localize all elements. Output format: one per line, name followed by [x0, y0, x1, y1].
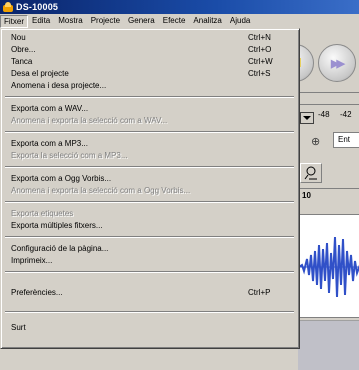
menu-item-label: Imprimeix...: [11, 256, 53, 265]
menu-item-nou[interactable]: Nou Ctrl+N: [11, 32, 291, 43]
menu-item-exporta-seleccio-ogg: Anomena i exporta la selecció com a Ogg …: [11, 185, 291, 196]
meter-dropdown-button[interactable]: [300, 112, 314, 124]
menu-item-label: Preferències...: [11, 288, 63, 297]
menu-item-label: Exporta com a Ogg Vorbis...: [11, 174, 112, 183]
toolbar-divider: [298, 92, 359, 93]
ruler-label: 10: [302, 191, 311, 200]
menu-analitza[interactable]: Analitza: [189, 15, 225, 27]
app-icon: [3, 2, 13, 12]
menu-item-label: Anomena i desa projecte...: [11, 81, 107, 90]
timeline-ruler: 10: [298, 188, 359, 207]
menu-separator: [5, 311, 294, 313]
menu-item-obre[interactable]: Obre... Ctrl+O: [11, 44, 291, 55]
menu-item-exporta-multiples[interactable]: Exporta múltiples fitxers...: [11, 220, 291, 231]
menu-item-label: Nou: [11, 33, 26, 42]
input-meter-icon: ⊕: [311, 136, 321, 148]
menu-item-desa[interactable]: Desa el projecte Ctrl+S: [11, 68, 291, 79]
menu-separator: [5, 236, 294, 238]
menu-fitxer[interactable]: Fitxer: [0, 14, 28, 28]
menu-item-label: Exporta etiquetes: [11, 209, 74, 218]
meter-tick-label: -42: [340, 110, 352, 119]
menu-item-configuracio-pagina[interactable]: Configuració de la pàgina...: [11, 243, 291, 254]
menu-item-label: Anomena i exporta la selecció com a Ogg …: [11, 186, 191, 195]
menu-item-label: Obre...: [11, 45, 36, 54]
waveform: [299, 236, 359, 298]
menu-item-shortcut: Ctrl+O: [248, 45, 272, 54]
menu-item-label: Anomena i exporta la selecció com a WAV.…: [11, 116, 168, 125]
menu-edita[interactable]: Edita: [28, 15, 54, 27]
menu-item-shortcut: Ctrl+S: [248, 69, 271, 78]
meter-tick-label: -48: [318, 110, 330, 119]
zoom-tool-button[interactable]: [300, 163, 322, 183]
menu-item-exporta-ogg[interactable]: Exporta com a Ogg Vorbis...: [11, 173, 291, 184]
menu-item-exporta-mp3[interactable]: Exporta com a MP3...: [11, 138, 291, 149]
menu-item-exporta-seleccio-mp3: Exporta la selecció com a MP3...: [11, 150, 291, 161]
menu-item-label: Exporta com a MP3...: [11, 139, 88, 148]
menu-separator: [5, 201, 294, 203]
menu-item-label: Surt: [11, 323, 26, 332]
skip-end-button[interactable]: ▶▶: [318, 44, 356, 82]
zoom-icon: [304, 166, 317, 180]
menu-separator: [5, 96, 294, 98]
audio-track-waveform[interactable]: [298, 214, 359, 318]
menu-item-shortcut: Ctrl+W: [248, 57, 273, 66]
menu-item-preferencies[interactable]: Preferències... Ctrl+P: [11, 287, 291, 298]
menu-item-exporta-etiquetes: Exporta etiquetes: [11, 208, 291, 219]
menu-item-anomena-desa[interactable]: Anomena i desa projecte...: [11, 80, 291, 91]
menu-mostra[interactable]: Mostra: [54, 15, 86, 27]
menu-item-label: Configuració de la pàgina...: [11, 244, 109, 253]
fast-forward-icon: ▶▶: [331, 58, 345, 70]
menu-item-label: Exporta com a WAV...: [11, 104, 89, 113]
menu-item-label: Tanca: [11, 57, 33, 66]
menu-projecte[interactable]: Projecte: [87, 15, 124, 27]
window-title: DS-10005: [16, 2, 59, 12]
menu-item-label: Exporta la selecció com a MP3...: [11, 151, 128, 160]
menu-separator: [5, 131, 294, 133]
menu-item-label: Exporta múltiples fitxers...: [11, 221, 103, 230]
menu-item-label: Desa el projecte: [11, 69, 69, 78]
track-lower-panel: [298, 320, 359, 370]
menu-bar: Fitxer Edita Mostra Projecte Genera Efec…: [0, 14, 359, 28]
menu-item-exporta-seleccio-wav: Anomena i exporta la selecció com a WAV.…: [11, 115, 291, 126]
menu-ajuda[interactable]: Ajuda: [226, 15, 254, 27]
menu-efecte[interactable]: Efecte: [159, 15, 190, 27]
menu-item-shortcut: Ctrl+N: [248, 33, 271, 42]
menu-item-tanca[interactable]: Tanca Ctrl+W: [11, 56, 291, 67]
menu-item-exporta-wav[interactable]: Exporta com a WAV...: [11, 103, 291, 114]
menu-separator: [5, 271, 294, 273]
menu-item-surt[interactable]: Surt: [11, 322, 291, 333]
menu-genera[interactable]: Genera: [124, 15, 159, 27]
toolbar-divider: [298, 104, 359, 105]
file-menu-dropdown: Nou Ctrl+N Obre... Ctrl+O Tanca Ctrl+W D…: [0, 28, 300, 349]
menu-item-shortcut: Ctrl+P: [248, 288, 271, 297]
input-source-value: Ent: [338, 135, 351, 144]
menu-item-imprimeix[interactable]: Imprimeix...: [11, 255, 291, 266]
title-bar: DS-10005: [0, 0, 359, 14]
menu-separator: [5, 166, 294, 168]
input-source-select[interactable]: Ent: [333, 132, 359, 148]
